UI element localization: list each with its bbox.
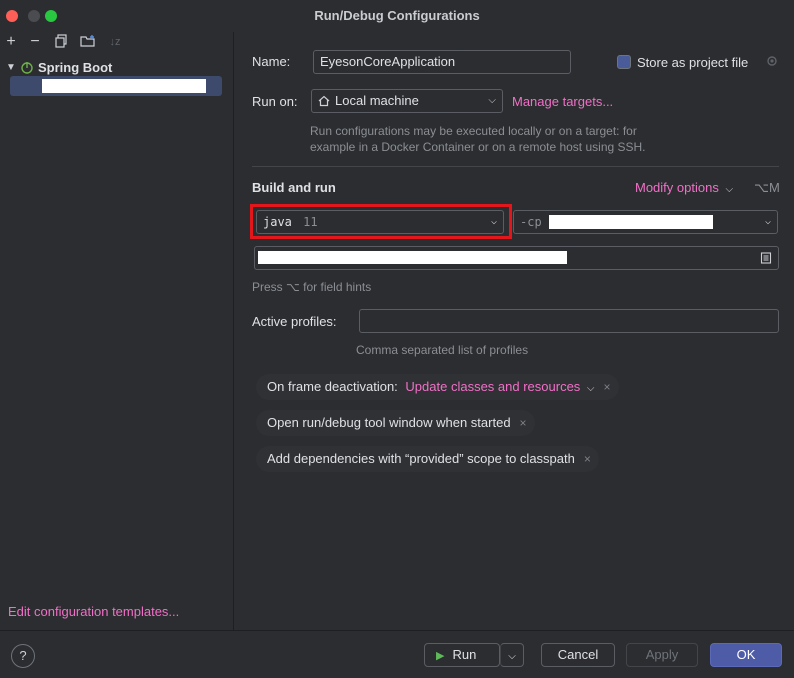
modify-options-label: Modify options: [635, 180, 719, 195]
highlight-annotation: [250, 204, 512, 239]
add-dependencies-label: Add dependencies with “provided” scope t…: [267, 451, 575, 466]
help-button[interactable]: ?: [11, 644, 35, 668]
name-label: Name:: [252, 54, 291, 69]
configurations-sidebar: + − ↓z ▼ Spring Boot Edit configuration …: [0, 32, 234, 630]
redacted-configuration-name: [42, 79, 206, 93]
remove-icon[interactable]: −: [27, 34, 43, 50]
dialog-button-bar: ? ▶ Run ⌵ Cancel Apply OK: [0, 630, 794, 678]
tree-group-label: Spring Boot: [38, 59, 113, 75]
build-and-run-heading: Build and run: [252, 180, 336, 195]
add-icon[interactable]: +: [3, 34, 19, 50]
classpath-prefix: -cp: [520, 215, 542, 229]
window-title: Run/Debug Configurations: [314, 8, 480, 23]
add-dependencies-chip[interactable]: Add dependencies with “provided” scope t…: [256, 446, 599, 472]
browse-icon[interactable]: [760, 252, 772, 264]
apply-button[interactable]: Apply: [626, 643, 698, 667]
chevron-down-icon[interactable]: ▼: [6, 62, 16, 73]
chevron-down-icon: ⌵: [725, 184, 734, 195]
new-folder-icon[interactable]: [80, 34, 96, 50]
gear-icon[interactable]: [765, 54, 779, 68]
store-project-file-checkbox[interactable]: [617, 55, 631, 69]
section-divider: [252, 166, 779, 167]
frame-deactivation-label: On frame deactivation:: [267, 379, 398, 394]
frame-deactivation-value[interactable]: Update classes and resources: [405, 379, 580, 394]
store-project-file-label: Store as project file: [637, 55, 749, 70]
ok-button[interactable]: OK: [710, 643, 782, 667]
redacted-classpath: [549, 215, 713, 229]
redacted-main-class: [258, 251, 567, 264]
chevron-down-icon: ⌵: [488, 95, 496, 106]
remove-option-icon[interactable]: ×: [520, 410, 527, 436]
manage-targets-link[interactable]: Manage targets...: [512, 94, 613, 109]
home-icon: [318, 95, 330, 107]
active-profiles-label: Active profiles:: [252, 314, 337, 329]
chevron-down-icon: ⌵: [508, 651, 516, 662]
cancel-button[interactable]: Cancel: [541, 643, 615, 667]
edit-templates-link[interactable]: Edit configuration templates...: [8, 604, 179, 619]
run-on-label: Run on:: [252, 94, 298, 109]
field-hints-text: Press ⌥ for field hints: [252, 280, 372, 294]
spring-boot-icon: [21, 62, 33, 74]
chevron-down-icon: ⌵: [764, 216, 771, 227]
play-icon: ▶: [436, 650, 445, 662]
modify-options-link[interactable]: Modify options ⌵: [635, 180, 733, 195]
frame-deactivation-chip[interactable]: On frame deactivation: Update classes an…: [256, 374, 619, 400]
tree-group-spring-boot[interactable]: ▼ Spring Boot: [6, 58, 112, 76]
run-button-label: Run: [452, 647, 477, 662]
copy-icon[interactable]: [53, 34, 69, 50]
run-on-dropdown[interactable]: Local machine ⌵: [311, 89, 503, 113]
active-profiles-field[interactable]: [359, 309, 779, 333]
run-on-value: Local machine: [335, 93, 419, 108]
configuration-form: Name: EyesonCoreApplication Store as pro…: [235, 32, 794, 630]
chevron-down-icon: ⌵: [586, 383, 595, 394]
run-on-hint-line-1: Run configurations may be executed local…: [310, 124, 637, 138]
remove-option-icon[interactable]: ×: [584, 446, 591, 472]
open-tool-window-chip[interactable]: Open run/debug tool window when started …: [256, 410, 535, 436]
run-button[interactable]: ▶ Run: [424, 643, 500, 667]
title-bar: Run/Debug Configurations: [0, 0, 794, 32]
open-tool-window-label: Open run/debug tool window when started: [267, 415, 511, 430]
remove-option-icon[interactable]: ×: [604, 374, 611, 400]
run-options-dropdown[interactable]: ⌵: [500, 643, 524, 667]
tree-item-configuration[interactable]: [10, 76, 222, 96]
active-profiles-hint: Comma separated list of profiles: [356, 343, 529, 357]
sort-icon[interactable]: ↓z: [107, 34, 123, 50]
run-on-hint-line-2: example in a Docker Container or on a re…: [310, 140, 646, 154]
name-field[interactable]: EyesonCoreApplication: [313, 50, 571, 74]
sidebar-toolbar: + − ↓z: [0, 32, 234, 54]
modify-options-shortcut: ⌥M: [754, 180, 780, 195]
